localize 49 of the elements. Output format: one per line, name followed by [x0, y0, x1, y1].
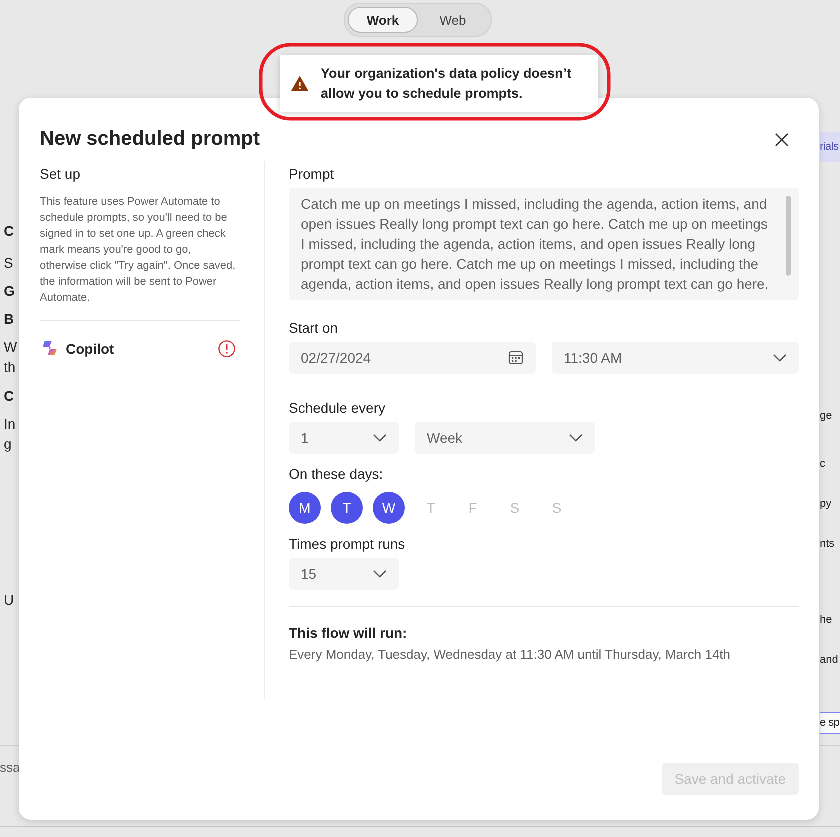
- field-label: Prompt: [289, 166, 334, 182]
- unit-dropdown[interactable]: Week: [415, 422, 595, 454]
- text-fragment: C: [4, 387, 16, 406]
- setup-description: This feature uses Power Automate to schedule prompts, so you'll need to be signed in to set one up. A green check mark means you're good to go, otherwise click "Try again". Once saved, the information will be sent to Power Automate.: [40, 195, 237, 306]
- text-fragment: ge: [820, 409, 834, 424]
- day-toggle[interactable]: M: [289, 492, 321, 524]
- chevron-down-icon: [373, 570, 387, 578]
- date-field[interactable]: 02/27/2024: [289, 342, 536, 374]
- times-dropdown[interactable]: 15: [289, 558, 399, 590]
- text-fragment: th: [4, 358, 17, 377]
- chevron-down-icon: [569, 434, 583, 442]
- warning-icon: [291, 76, 309, 92]
- field-label: Start on: [289, 320, 338, 336]
- toast-message: Your organization's data policy doesn’t allow you to schedule prompts.: [321, 64, 572, 103]
- count-dropdown[interactable]: 1: [289, 422, 399, 454]
- text-fragment: py: [820, 497, 833, 512]
- summary-heading: This flow will run:: [289, 625, 408, 641]
- summary-text: Every Monday, Tuesday, Wednesday at 11:30 AM until Thursday, March 14th: [289, 647, 731, 662]
- text-fragment: U: [4, 591, 16, 610]
- text-fragment: W: [4, 338, 18, 357]
- input-field[interactable]: e sp: [820, 712, 840, 734]
- day-toggle[interactable]: T: [331, 492, 363, 524]
- prompt-field[interactable]: Catch me up on meetings I missed, including the agenda, action items, and open issues Really long prompt text can go here. Catch me up on meetings I missed, including the agenda, action items, and open issues Really long prompt text can go here. Catch me up on meetings I missed, including the agenda, action items, and open issues Really long prompt text can go here.: [289, 188, 799, 300]
- field-label: On these days:: [289, 466, 384, 482]
- dialog-title: New scheduled prompt: [40, 128, 260, 151]
- text-fragment: C: [4, 222, 16, 241]
- field-label: Times prompt runs: [289, 536, 406, 552]
- calendar-icon: [508, 350, 524, 366]
- text-fragment: he: [820, 613, 834, 628]
- text-fragment: c: [820, 457, 826, 472]
- chevron-down-icon: [773, 354, 787, 362]
- day-toggle[interactable]: W: [373, 492, 405, 524]
- toggle-option[interactable]: Web: [418, 7, 488, 33]
- text-fragment: B: [4, 310, 16, 329]
- time-dropdown[interactable]: 11:30 AM: [552, 342, 799, 374]
- text-fragment: G: [4, 282, 16, 301]
- toggle-option[interactable]: Work: [348, 7, 418, 33]
- text-fragment: g: [4, 435, 13, 454]
- chevron-down-icon: [373, 434, 387, 442]
- scrollbar[interactable]: [786, 196, 791, 276]
- account-name: Copilot: [66, 341, 116, 357]
- text-fragment: and: [820, 653, 840, 668]
- text-fragment: In: [4, 415, 17, 434]
- close-icon: [775, 132, 789, 146]
- tab-fragment[interactable]: rials: [820, 132, 840, 162]
- field-label: Schedule every: [289, 400, 386, 416]
- section-heading: Set up: [40, 166, 82, 182]
- text-fragment: nts: [820, 537, 836, 552]
- text-fragment: S: [4, 254, 14, 273]
